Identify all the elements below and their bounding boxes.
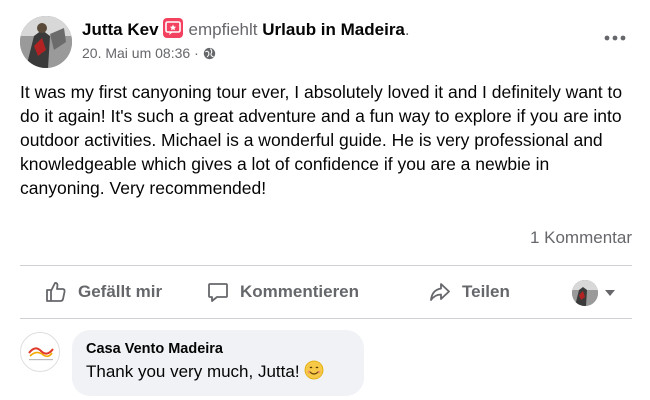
comment-count-link[interactable]: 1 Kommentar bbox=[530, 228, 632, 248]
author-name[interactable]: Jutta Kev bbox=[82, 20, 159, 39]
share-arrow-icon bbox=[430, 283, 450, 301]
recommend-badge-icon bbox=[162, 18, 183, 38]
like-button[interactable]: Gefällt mir bbox=[44, 266, 162, 318]
author-line: Jutta Kev empfiehlt Urlaub in Madeira. bbox=[82, 18, 410, 40]
caret-down-icon bbox=[605, 290, 615, 296]
recommend-verb: empfiehlt bbox=[188, 20, 258, 39]
comment-item: Casa Vento Madeira Thank you very much, … bbox=[20, 330, 620, 396]
action-bar: Gefällt mir Kommentieren Teilen bbox=[20, 266, 632, 318]
post-header: Jutta Kev empfiehlt Urlaub in Madeira. 20… bbox=[20, 14, 640, 68]
casa-vento-logo-icon bbox=[21, 333, 59, 371]
share-button[interactable]: Teilen bbox=[428, 266, 510, 318]
share-label: Teilen bbox=[462, 282, 510, 301]
comment-button[interactable]: Kommentieren bbox=[206, 266, 359, 318]
comment-text-line: Thank you very much, Jutta! bbox=[86, 360, 350, 387]
post-meta: 20. Mai um 08:36 · bbox=[82, 45, 216, 63]
page-name-link[interactable]: Urlaub in Madeira bbox=[262, 20, 405, 39]
page-suffix: . bbox=[404, 20, 410, 39]
smiling-face-emoji bbox=[304, 360, 324, 387]
more-horizontal-icon bbox=[604, 35, 626, 41]
comment-as-selector[interactable] bbox=[572, 279, 616, 307]
author-avatar[interactable] bbox=[20, 16, 72, 68]
comment-bubble: Casa Vento Madeira Thank you very much, … bbox=[72, 330, 364, 396]
post-body-text: It was my first canyoning tour ever, I a… bbox=[20, 82, 623, 198]
like-label: Gefällt mir bbox=[78, 282, 163, 301]
commenter-avatar[interactable] bbox=[20, 332, 60, 372]
post-timestamp[interactable]: 20. Mai um 08:36 bbox=[82, 45, 190, 61]
comment-label: Kommentieren bbox=[240, 282, 360, 301]
speech-bubble-icon bbox=[208, 283, 228, 302]
more-options-button[interactable] bbox=[600, 28, 630, 48]
meta-separator: · bbox=[194, 45, 199, 61]
current-user-avatar bbox=[572, 280, 598, 306]
comment-text: Thank you very much, Jutta! bbox=[86, 362, 300, 381]
globe-icon bbox=[203, 47, 216, 63]
divider-bottom bbox=[20, 318, 632, 319]
comment-author[interactable]: Casa Vento Madeira bbox=[86, 340, 350, 358]
thumbs-up-icon bbox=[46, 282, 66, 302]
